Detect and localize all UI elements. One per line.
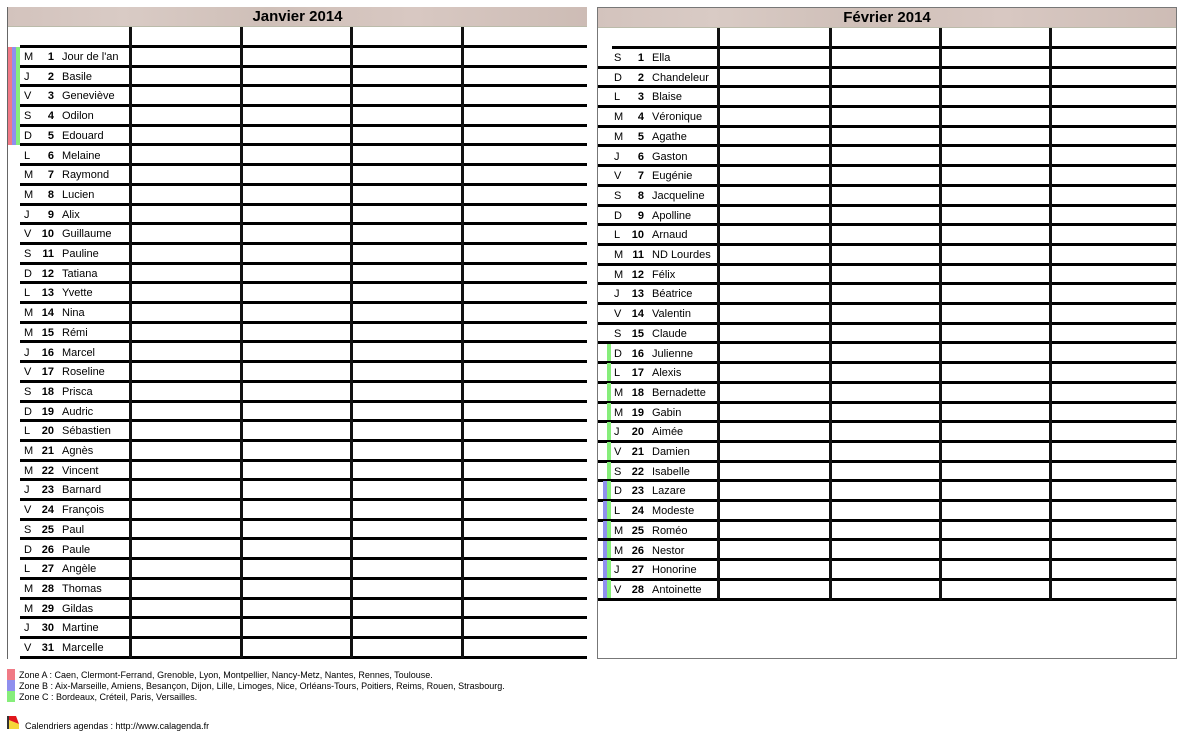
day-row[interactable]: M 4 Véronique: [598, 107, 1176, 128]
month-panel-february: Février 2014 S 1 Ella D 2 Chandeleur L 3 Blaise M…: [597, 7, 1177, 659]
day-row[interactable]: L 24 Modeste: [598, 501, 1176, 522]
day-row[interactable]: L 17 Alexis: [598, 363, 1176, 384]
day-row[interactable]: M 28 Thomas: [8, 579, 587, 600]
day-row[interactable]: V 31 Marcelle: [8, 638, 587, 659]
month-title: Février 2014: [598, 8, 1176, 28]
zone-b-swatch-icon: [7, 680, 15, 691]
row-divider: [598, 597, 1176, 601]
day-row[interactable]: M 12 Félix: [598, 265, 1176, 286]
day-row[interactable]: M 22 Vincent: [8, 461, 587, 482]
day-row[interactable]: M 15 Rémi: [8, 323, 587, 344]
legend-text: Zone A : Caen, Clermont-Ferrand, Grenobl…: [19, 670, 433, 680]
column-divider: [350, 27, 353, 658]
day-row[interactable]: J 13 Béatrice: [598, 284, 1176, 306]
day-row[interactable]: D 26 Paule: [8, 540, 587, 561]
header-row: [598, 28, 1176, 49]
day-row[interactable]: J 6 Gaston: [598, 147, 1176, 168]
month-title: Janvier 2014: [8, 7, 587, 27]
day-row[interactable]: J 9 Alix: [8, 205, 587, 226]
zone-a-swatch-icon: [7, 669, 15, 680]
day-row[interactable]: S 22 Isabelle: [598, 461, 1176, 483]
day-row[interactable]: J 16 Marcel: [8, 343, 587, 364]
day-row[interactable]: M 26 Nestor: [598, 540, 1176, 562]
day-row[interactable]: S 1 Ella: [598, 48, 1176, 69]
day-row[interactable]: D 19 Audric: [8, 402, 587, 423]
day-row[interactable]: V 14 Valentin: [598, 304, 1176, 325]
column-divider: [829, 28, 832, 600]
day-row[interactable]: L 6 Melaine: [8, 146, 587, 167]
day-row[interactable]: L 27 Angèle: [8, 559, 587, 580]
day-row[interactable]: S 8 Jacqueline: [598, 186, 1176, 207]
day-row[interactable]: M 11 ND Lourdes: [598, 245, 1176, 266]
day-row[interactable]: J 23 Barnard: [8, 480, 587, 502]
day-row[interactable]: L 3 Blaise: [598, 87, 1176, 109]
header-row: [8, 27, 587, 48]
day-row[interactable]: L 13 Yvette: [8, 283, 587, 305]
column-divider: [1049, 28, 1052, 600]
day-row[interactable]: M 29 Gildas: [8, 599, 587, 620]
day-row[interactable]: V 17 Roseline: [8, 362, 587, 383]
day-row[interactable]: M 5 Agathe: [598, 127, 1176, 148]
column-divider: [129, 27, 132, 658]
row-divider: [20, 655, 587, 659]
day-row[interactable]: J 30 Martine: [8, 618, 587, 639]
day-row[interactable]: J 27 Honorine: [598, 560, 1176, 581]
day-row[interactable]: D 2 Chandeleur: [598, 68, 1176, 89]
day-row[interactable]: L 10 Arnaud: [598, 225, 1176, 246]
day-row[interactable]: M 14 Nina: [8, 303, 587, 324]
day-row[interactable]: D 23 Lazare: [598, 481, 1176, 503]
day-row[interactable]: V 21 Damien: [598, 442, 1176, 463]
day-row[interactable]: D 9 Apolline: [598, 206, 1176, 227]
column-divider: [240, 27, 243, 658]
day-row[interactable]: V 3 Geneviève: [8, 86, 587, 108]
column-divider: [461, 27, 464, 658]
day-row[interactable]: S 25 Paul: [8, 520, 587, 541]
footer-link[interactable]: Calendriers agendas : http://www.calagen…: [25, 721, 209, 731]
day-row[interactable]: M 19 Gabin: [598, 402, 1176, 424]
day-row[interactable]: J 20 Aimée: [598, 422, 1176, 443]
day-row[interactable]: S 11 Pauline: [8, 244, 587, 265]
calendar-flag-icon: [7, 716, 19, 729]
day-row[interactable]: M 1 Jour de l'an: [8, 47, 587, 68]
day-row[interactable]: S 18 Prisca: [8, 382, 587, 403]
month-panel-january: Janvier 2014 M 1 Jour de l'an J 2 Basile V 3 Gen…: [7, 7, 587, 659]
legend-text: Zone B : Aix-Marseille, Amiens, Besançon…: [19, 681, 505, 691]
day-row[interactable]: M 8 Lucien: [8, 185, 587, 206]
day-row[interactable]: D 12 Tatiana: [8, 264, 587, 285]
day-row[interactable]: M 25 Roméo: [598, 520, 1176, 542]
column-divider: [717, 28, 720, 600]
day-row[interactable]: V 24 François: [8, 500, 587, 521]
day-row[interactable]: D 5 Edouard: [8, 125, 587, 147]
column-divider: [939, 28, 942, 600]
day-row[interactable]: V 10 Guillaume: [8, 224, 587, 245]
day-row[interactable]: J 2 Basile: [8, 66, 587, 88]
day-row[interactable]: M 7 Raymond: [8, 165, 587, 186]
legend-text: Zone C : Bordeaux, Créteil, Paris, Versa…: [19, 692, 198, 702]
day-row[interactable]: V 7 Eugénie: [598, 166, 1176, 187]
day-row[interactable]: M 18 Bernadette: [598, 382, 1176, 404]
day-row[interactable]: L 20 Sébastien: [8, 421, 587, 442]
day-row[interactable]: D 16 Julienne: [598, 343, 1176, 365]
day-row[interactable]: V 28 Antoinette: [598, 579, 1176, 601]
day-row[interactable]: S 15 Claude: [598, 324, 1176, 345]
zone-c-swatch-icon: [7, 691, 15, 702]
day-row[interactable]: M 21 Agnès: [8, 441, 587, 462]
day-row[interactable]: S 4 Odilon: [8, 106, 587, 127]
